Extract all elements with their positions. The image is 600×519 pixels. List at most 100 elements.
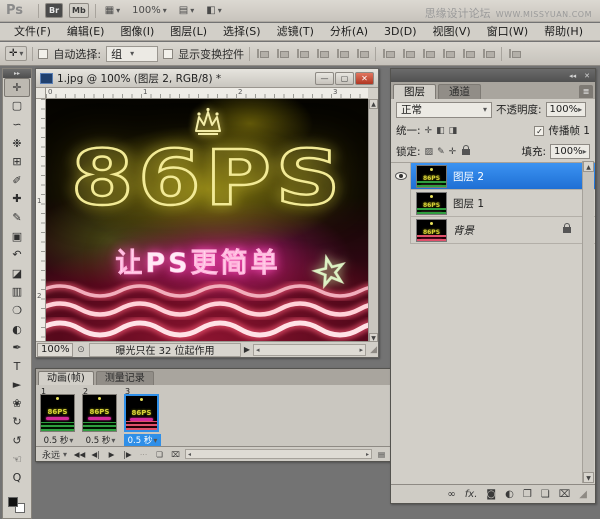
scroll-right-icon[interactable]: ▸ bbox=[366, 451, 369, 458]
visibility-toggle[interactable] bbox=[391, 189, 411, 217]
delete-layer-button[interactable]: ⌧ bbox=[559, 489, 571, 500]
color-swatches[interactable] bbox=[8, 497, 28, 514]
tool-3d-orbit[interactable]: ↺ bbox=[3, 431, 31, 450]
distribute-hcenter-icon[interactable] bbox=[462, 48, 476, 59]
scroll-down-icon[interactable]: ▼ bbox=[583, 472, 594, 483]
tool-blur[interactable]: ❍ bbox=[3, 301, 31, 320]
propagate-checkbox[interactable]: ✓ bbox=[534, 125, 545, 136]
layer-row-2[interactable]: 86PS 图层 2 bbox=[391, 162, 595, 190]
tool-type[interactable]: T bbox=[3, 357, 31, 376]
align-bottom-icon[interactable] bbox=[296, 48, 310, 59]
scroll-left-icon[interactable]: ◂ bbox=[188, 451, 191, 458]
adjustment-layer-button[interactable]: ◐ bbox=[505, 489, 514, 500]
maximize-button[interactable]: ▢ bbox=[335, 71, 354, 85]
menu-layer[interactable]: 图层(L) bbox=[162, 23, 215, 40]
auto-select-checkbox[interactable] bbox=[38, 48, 49, 59]
scroll-right-icon[interactable]: ▸ bbox=[359, 346, 363, 354]
frame-duration[interactable]: 0.5 秒 ▾ bbox=[82, 434, 119, 447]
align-right-icon[interactable] bbox=[356, 48, 370, 59]
frame-thumbnail[interactable]: 86PS bbox=[124, 394, 159, 432]
tool-move[interactable]: ✛ bbox=[4, 78, 30, 97]
tool-path-select[interactable]: ► bbox=[3, 376, 31, 395]
tool-eyedropper[interactable]: ✐ bbox=[3, 171, 31, 190]
previous-frame-button[interactable]: ◀| bbox=[89, 450, 102, 459]
frame-duration[interactable]: 0.5 秒 ▾ bbox=[40, 434, 77, 447]
tool-3d-rotate[interactable]: ↻ bbox=[3, 413, 31, 432]
tool-brush[interactable]: ✎ bbox=[3, 208, 31, 227]
menu-edit[interactable]: 编辑(E) bbox=[59, 23, 113, 40]
tool-custom-shape[interactable]: ❀ bbox=[3, 394, 31, 413]
layer-thumbnail[interactable]: 86PS bbox=[416, 164, 447, 188]
next-frame-button[interactable]: |▶ bbox=[121, 450, 134, 459]
menu-image[interactable]: 图像(I) bbox=[112, 23, 162, 40]
tool-history-brush[interactable]: ↶ bbox=[3, 245, 31, 264]
tool-eraser[interactable]: ◪ bbox=[3, 264, 31, 283]
add-mask-button[interactable]: ◙ bbox=[486, 489, 496, 500]
tool-quick-select[interactable]: ❉ bbox=[3, 134, 31, 153]
auto-align-layers-icon[interactable] bbox=[508, 48, 522, 59]
lock-transparency-icon[interactable]: ▨ bbox=[425, 147, 434, 157]
unify-position-icon[interactable]: ✛ bbox=[425, 126, 433, 136]
layer-row-background[interactable]: 86PS 背景 bbox=[391, 216, 595, 244]
tab-layers[interactable]: 图层 bbox=[393, 84, 436, 99]
view-extras-button[interactable]: ▤ ▾ bbox=[176, 5, 197, 16]
scroll-up-icon[interactable]: ▲ bbox=[369, 99, 378, 109]
tool-clone-stamp[interactable]: ▣ bbox=[3, 227, 31, 246]
screen-mode-button[interactable]: ◧ ▾ bbox=[203, 5, 224, 16]
new-layer-button[interactable]: ❏ bbox=[541, 489, 550, 500]
bridge-button[interactable]: Br bbox=[45, 3, 63, 18]
vertical-scrollbar[interactable]: ▲ ▼ bbox=[368, 99, 378, 343]
visibility-toggle[interactable] bbox=[391, 216, 411, 244]
menu-filter[interactable]: 滤镜(T) bbox=[269, 23, 322, 40]
menu-help[interactable]: 帮助(H) bbox=[536, 23, 591, 40]
tool-zoom[interactable]: Q bbox=[3, 468, 31, 487]
menu-view[interactable]: 视图(V) bbox=[425, 23, 479, 40]
layers-scrollbar[interactable]: ▲ ▼ bbox=[582, 161, 594, 483]
align-hcenter-icon[interactable] bbox=[336, 48, 350, 59]
close-button[interactable]: ✕ bbox=[355, 71, 374, 85]
new-group-button[interactable]: ❐ bbox=[523, 489, 532, 500]
layer-style-button[interactable]: fx. bbox=[465, 489, 478, 500]
delete-frame-button[interactable]: ⌧ bbox=[169, 450, 182, 459]
frame-2[interactable]: 2 86PS 0.5 秒 ▾ bbox=[82, 387, 119, 446]
tab-animation-frames[interactable]: 动画(帧) bbox=[38, 371, 94, 385]
tool-lasso[interactable]: ∽ bbox=[3, 115, 31, 134]
menu-analysis[interactable]: 分析(A) bbox=[322, 23, 376, 40]
menu-file[interactable]: 文件(F) bbox=[6, 23, 59, 40]
frame-1[interactable]: 1 86PS 0.5 秒 ▾ bbox=[40, 387, 77, 446]
align-top-icon[interactable] bbox=[256, 48, 270, 59]
menu-window[interactable]: 窗口(W) bbox=[479, 23, 536, 40]
align-left-icon[interactable] bbox=[316, 48, 330, 59]
tab-measurement-log[interactable]: 测量记录 bbox=[95, 371, 154, 385]
fill-field[interactable]: 100% ▸ bbox=[550, 144, 590, 159]
minimize-button[interactable]: — bbox=[315, 71, 334, 85]
distribute-right-icon[interactable] bbox=[482, 48, 496, 59]
lock-pixels-icon[interactable]: ✎ bbox=[437, 147, 445, 157]
unify-style-icon[interactable]: ◨ bbox=[449, 126, 458, 136]
tool-gradient[interactable]: ▥ bbox=[3, 283, 31, 302]
tool-crop[interactable]: ⊞ bbox=[3, 152, 31, 171]
distribute-top-icon[interactable] bbox=[382, 48, 396, 59]
distribute-bottom-icon[interactable] bbox=[422, 48, 436, 59]
tools-panel-collapse[interactable]: ▸▸ bbox=[3, 69, 31, 78]
document-title-bar[interactable]: 1.jpg @ 100% (图层 2, RGB/8) * — ▢ ✕ bbox=[36, 69, 378, 88]
menu-select[interactable]: 选择(S) bbox=[215, 23, 269, 40]
horizontal-scrollbar[interactable]: ◂ ▸ bbox=[253, 343, 366, 356]
tool-pen[interactable]: ✒ bbox=[3, 338, 31, 357]
layer-row-1[interactable]: 86PS 图层 1 bbox=[391, 189, 595, 217]
tween-button[interactable]: ⋯ bbox=[137, 450, 150, 459]
menu-3d[interactable]: 3D(D) bbox=[376, 23, 425, 40]
foreground-color[interactable] bbox=[8, 497, 18, 507]
lock-all-icon[interactable] bbox=[462, 144, 471, 155]
auto-select-dropdown[interactable]: 组 ▾ bbox=[106, 45, 159, 62]
layer-thumbnail[interactable]: 86PS bbox=[416, 218, 447, 242]
collapse-icon[interactable]: ◂◂ bbox=[569, 72, 576, 80]
blend-mode-dropdown[interactable]: 正常 ▾ bbox=[396, 101, 492, 118]
zoom-level-dropdown[interactable]: 100% ▾ bbox=[129, 5, 170, 16]
unify-visibility-icon[interactable]: ◧ bbox=[436, 126, 445, 136]
layer-thumbnail[interactable]: 86PS bbox=[416, 191, 447, 215]
status-arrow-button[interactable]: ▶ bbox=[241, 345, 253, 354]
tool-marquee[interactable]: ▢ bbox=[3, 97, 31, 116]
tab-channels[interactable]: 通道 bbox=[438, 84, 481, 99]
tool-healing-brush[interactable]: ✚ bbox=[3, 190, 31, 209]
